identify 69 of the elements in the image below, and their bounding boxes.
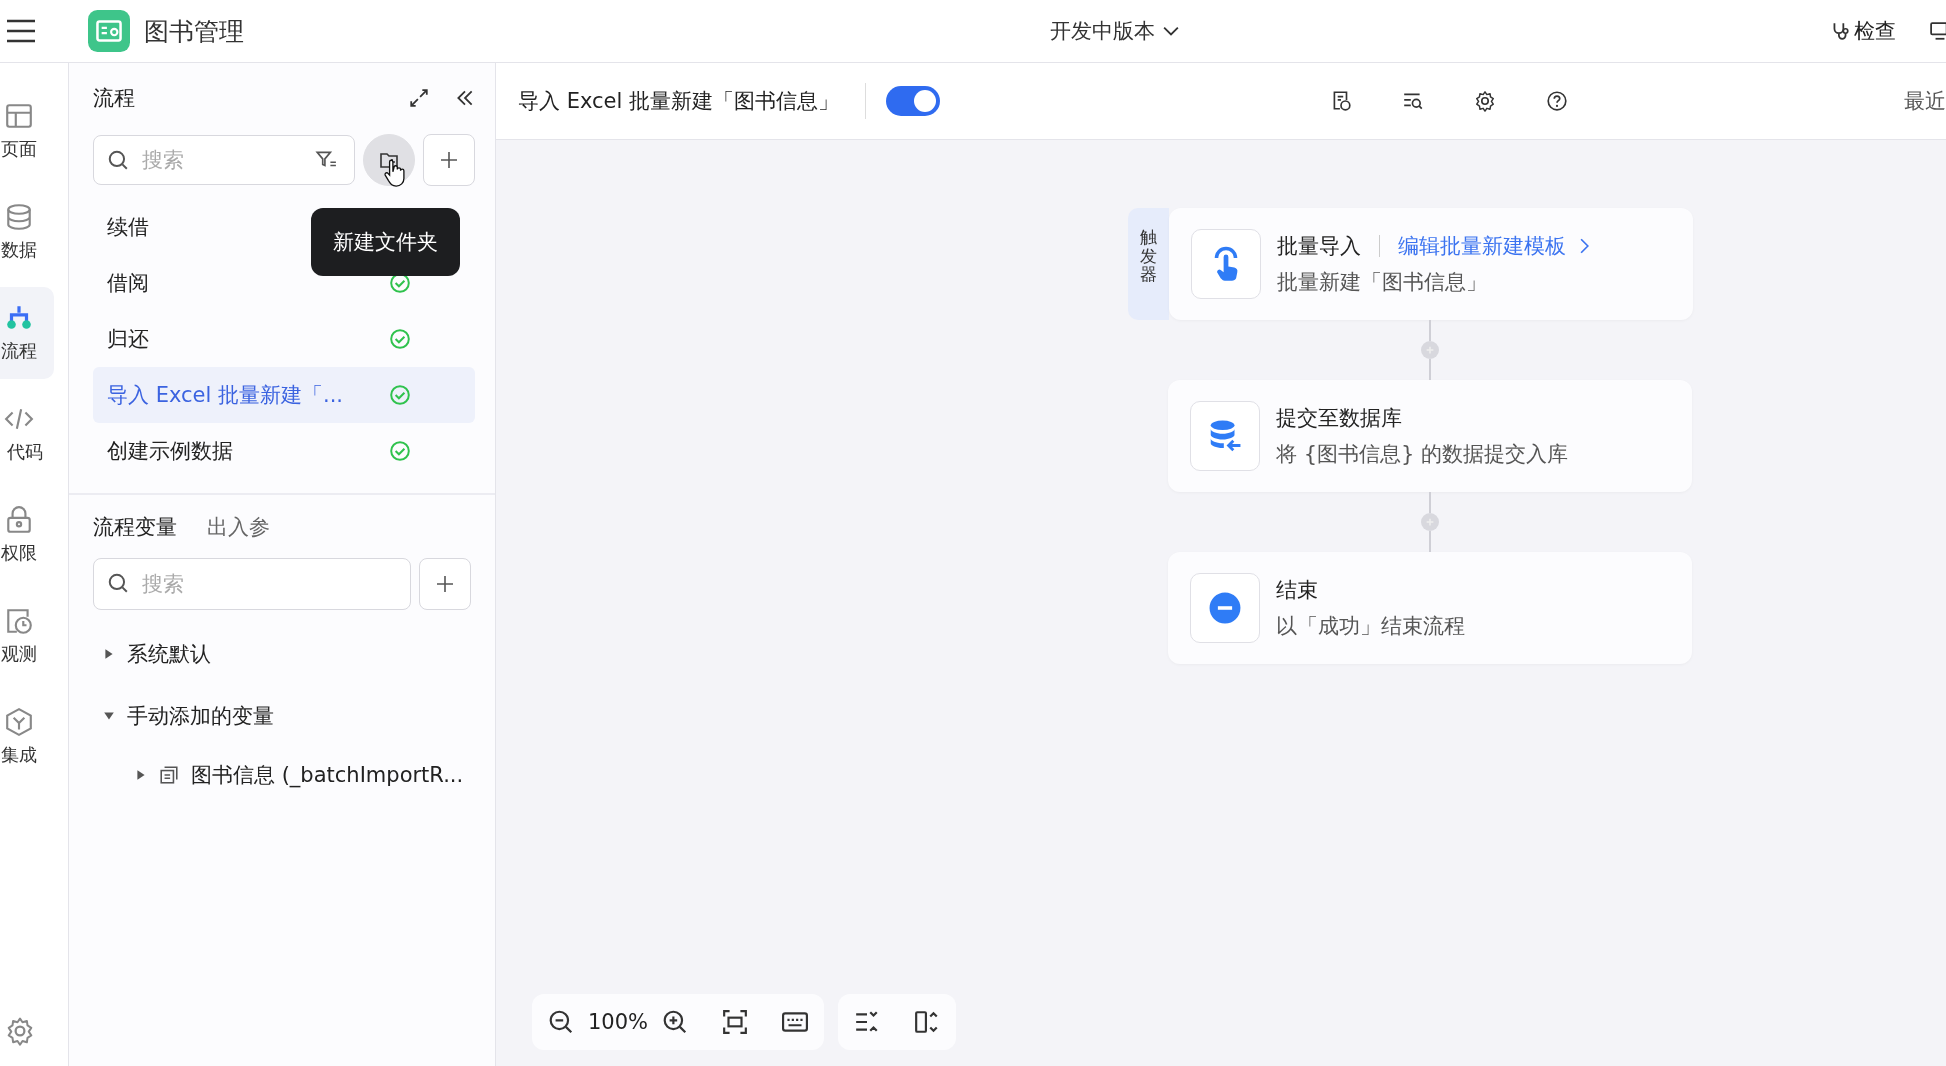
node-title: 批量导入 <box>1277 233 1361 260</box>
flow-node[interactable]: 批量导入 编辑批量新建模板 批量新建「图书信息」 <box>1169 208 1693 320</box>
plus-icon <box>439 150 459 170</box>
expand-caret-icon[interactable] <box>103 710 115 722</box>
tab[interactable]: 出入参 <box>207 513 270 541</box>
expand-caret-icon[interactable] <box>135 769 147 781</box>
flow-item[interactable]: 归还 <box>107 325 149 353</box>
collapse-icon[interactable] <box>455 88 475 108</box>
tab[interactable]: 流程变量 <box>93 513 177 541</box>
monitor-icon[interactable] <box>1930 21 1946 41</box>
search-icon <box>107 149 129 171</box>
chevron-down-icon <box>1162 26 1179 36</box>
zoom-in-icon[interactable] <box>662 1009 689 1035</box>
nav-item[interactable]: 权限 <box>0 489 54 581</box>
hand-cursor-icon <box>383 159 405 189</box>
help-icon[interactable] <box>1546 90 1568 112</box>
node-subtitle: 以「成功」结束流程 <box>1276 613 1465 640</box>
table-icon <box>159 765 179 785</box>
flow-node[interactable]: 提交至数据库 将 {图书信息} 的数据提交入库 <box>1168 380 1692 492</box>
cube-icon <box>4 707 34 737</box>
flow-item[interactable]: 导入 Excel 批量新建「... <box>93 367 475 423</box>
lock-icon <box>4 505 34 535</box>
panel-title: 流程 <box>93 85 135 112</box>
flow-item[interactable]: 创建示例数据 <box>107 437 233 465</box>
add-button[interactable] <box>419 558 471 610</box>
node-subtitle: 将 {图书信息} 的数据提交入库 <box>1276 441 1569 468</box>
node-title: 结束 <box>1276 577 1318 604</box>
flow-title: 导入 Excel 批量新建「图书信息」 <box>518 88 839 115</box>
clock-icon <box>4 606 34 636</box>
app-title: 图书管理 <box>144 15 244 48</box>
search-field[interactable]: 搜索 <box>93 135 355 185</box>
chevron-right-icon <box>1580 238 1589 254</box>
node-subtitle: 批量新建「图书信息」 <box>1277 269 1488 296</box>
node-title: 提交至数据库 <box>1276 405 1402 432</box>
flow-item[interactable]: 借阅 <box>107 269 149 297</box>
search-field[interactable]: 搜索 <box>93 558 411 610</box>
tree-item[interactable]: 系统默认 <box>127 640 211 668</box>
fit-view-icon[interactable] <box>722 1009 749 1035</box>
version-dropdown[interactable]: 开发中版本 <box>1043 16 1185 46</box>
add-node-icon[interactable] <box>1421 513 1439 531</box>
zoom-level: 100% <box>588 1010 649 1034</box>
add-node-icon[interactable] <box>1421 341 1439 359</box>
toggle-switch[interactable] <box>886 86 940 116</box>
nav-item[interactable]: 集成 <box>0 691 54 783</box>
zoom-out-icon[interactable] <box>548 1009 574 1035</box>
keyboard-icon[interactable] <box>782 1009 809 1035</box>
tree-item[interactable]: 图书信息 (_batchImportR... <box>191 761 464 789</box>
nav-item[interactable]: 页面 <box>0 85 54 177</box>
plus-icon <box>435 574 455 594</box>
add-button[interactable] <box>423 134 475 186</box>
check-button[interactable]: 检查 <box>1824 16 1902 46</box>
settings-icon[interactable] <box>1474 90 1496 112</box>
tooltip: 新建文件夹 <box>311 208 460 276</box>
nav-item[interactable]: 流程 <box>0 287 54 379</box>
nav-item[interactable]: 观测 <box>0 590 54 682</box>
menu-icon[interactable] <box>6 19 36 43</box>
flow-node[interactable]: 结束 以「成功」结束流程 <box>1168 552 1692 664</box>
nav-item[interactable]: 数据 <box>0 186 54 278</box>
expand-caret-icon[interactable] <box>103 648 115 660</box>
search-icon <box>107 572 129 594</box>
tree-item[interactable]: 手动添加的变量 <box>127 702 274 730</box>
expand-icon[interactable] <box>409 88 429 108</box>
database-icon <box>4 202 34 232</box>
nav-item[interactable]: 代码 <box>0 388 54 480</box>
layout-icon <box>4 101 34 131</box>
edit-template-link[interactable]: 编辑批量新建模板 <box>1398 232 1589 260</box>
app-logo-icon <box>88 10 130 52</box>
flow-item[interactable]: 续借 <box>107 213 149 241</box>
recent-link[interactable]: 最近 <box>1904 87 1946 115</box>
